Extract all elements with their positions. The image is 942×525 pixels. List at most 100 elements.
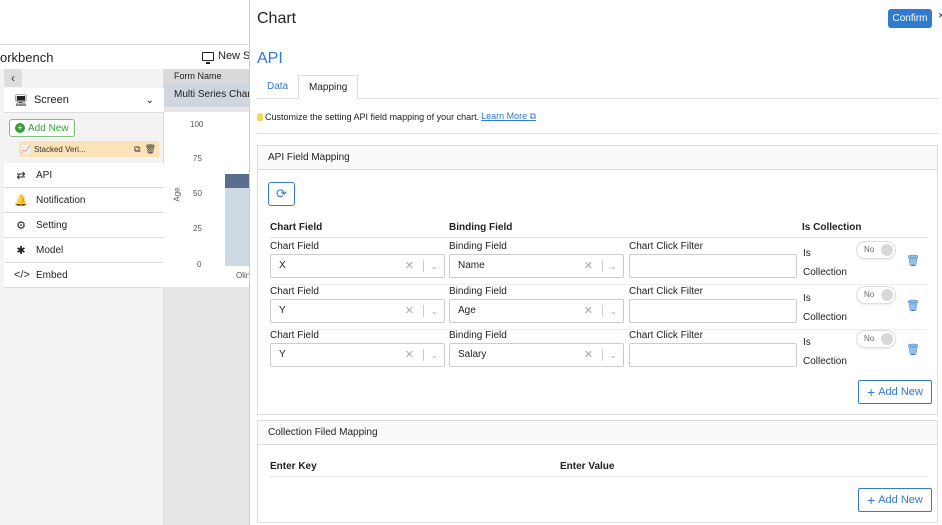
tab-bar: Data Mapping: [257, 75, 938, 99]
screen-item-stacked[interactable]: 📈 Stacked Veri... ⧉ 🗑: [19, 141, 159, 157]
sidebar-item-embed[interactable]: </> Embed: [4, 263, 164, 288]
mapping-hint: Customize the setting API field mapping …: [257, 111, 536, 122]
back-button[interactable]: ‹: [4, 69, 22, 87]
chevron-left-icon: ‹: [11, 71, 15, 85]
monitor-icon: 🖥: [14, 94, 28, 107]
refresh-button[interactable]: ⟳: [268, 182, 295, 206]
workbench-title: orkbench: [0, 50, 54, 65]
y-tick-label: 25: [193, 224, 202, 233]
chart-icon: 📈: [21, 144, 31, 154]
chart-drawer: Chart Confirm × API Data Mapping Customi…: [249, 0, 942, 525]
sidebar-item-setting[interactable]: ⚙ Setting: [4, 213, 164, 238]
plus-icon: +: [867, 492, 876, 508]
is-collection-toggle[interactable]: No: [856, 330, 896, 348]
divider: [270, 284, 928, 285]
chart-click-filter-input[interactable]: [629, 343, 797, 367]
refresh-icon: ⟳: [276, 186, 287, 201]
y-tick-label: 0: [197, 260, 202, 269]
plus-circle-icon: +: [15, 123, 25, 133]
is-collection-label: Is Collection: [803, 248, 847, 278]
chevron-down-icon: ⌄: [430, 306, 438, 316]
y-tick-label: 50: [193, 189, 202, 198]
new-screen-button[interactable]: New Sc: [202, 50, 256, 64]
column-header: Enter Value: [560, 461, 615, 472]
trash-icon[interactable]: 🗑: [906, 299, 920, 312]
hint-text: Customize the setting API field mapping …: [265, 111, 480, 122]
binding-field-label: Binding Field: [449, 330, 507, 341]
close-icon[interactable]: ×: [938, 10, 942, 22]
is-collection-toggle[interactable]: No: [856, 241, 896, 259]
sidebar-item-model[interactable]: ✱ Model: [4, 238, 164, 263]
chart-click-filter-input[interactable]: [629, 254, 797, 278]
y-tick-label: 100: [190, 120, 204, 129]
lightbulb-icon: [257, 112, 263, 121]
screen-dropdown[interactable]: 🖥 Screen ⌄: [4, 88, 164, 113]
chevron-down-icon: ⌄: [609, 306, 617, 316]
binding-field-label: Binding Field: [449, 286, 507, 297]
mapping-row: Chart Field Y ✕ ⌄ Binding Field Age ✕ ⌄ …: [270, 286, 928, 330]
trash-icon[interactable]: 🗑: [906, 254, 920, 267]
code-icon: </>: [14, 269, 30, 281]
chart-field-label: Chart Field: [270, 241, 319, 252]
y-tick-label: 75: [193, 154, 202, 163]
binding-field-select[interactable]: Salary ✕ ⌄: [449, 343, 624, 367]
sidebar-item-notification[interactable]: 🔔 Notification: [4, 188, 164, 213]
y-axis-label: Age: [172, 187, 182, 202]
add-collection-mapping-button[interactable]: + Add New: [858, 488, 932, 512]
collection-mapping-panel: Collection Filed Mapping Enter Key Enter…: [257, 420, 938, 523]
binding-field-select[interactable]: Name ✕ ⌄: [449, 254, 624, 278]
chart-field-select[interactable]: X ✕ ⌄: [270, 254, 445, 278]
divider: [257, 133, 938, 134]
trash-icon[interactable]: 🗑: [145, 144, 156, 155]
trash-icon[interactable]: 🗑: [906, 343, 920, 356]
is-collection-toggle[interactable]: No: [856, 286, 896, 304]
chart-bar: [225, 174, 250, 188]
chevron-down-icon: ⌄: [145, 94, 154, 106]
external-link-icon: ⧉: [529, 111, 537, 121]
confirm-button[interactable]: Confirm: [888, 9, 932, 28]
form-name-value[interactable]: Multi Series Char: [164, 83, 250, 107]
clear-icon[interactable]: ✕: [405, 255, 414, 277]
chart-click-filter-label: Chart Click Filter: [629, 330, 703, 341]
workbench-sidebar: ‹ 🖥 Screen ⌄ + Add New 📈 Stacked Veri...…: [0, 69, 164, 525]
column-header: Chart Field: [270, 222, 323, 233]
panel-title: Collection Filed Mapping: [258, 421, 937, 445]
chart-field-label: Chart Field: [270, 330, 319, 341]
clear-icon[interactable]: ✕: [584, 255, 593, 277]
clear-icon[interactable]: ✕: [405, 300, 414, 322]
binding-field-select[interactable]: Age ✕ ⌄: [449, 299, 624, 323]
learn-more-link[interactable]: Learn More ⧉: [481, 111, 536, 122]
screen-item-label: Stacked Veri...: [33, 144, 86, 154]
chart-bar: [225, 188, 250, 266]
plus-icon: +: [867, 384, 876, 400]
tab-mapping[interactable]: Mapping: [298, 75, 359, 99]
chart-click-filter-input[interactable]: [629, 299, 797, 323]
chart-field-select[interactable]: Y ✕ ⌄: [270, 299, 445, 323]
column-header: Binding Field: [449, 222, 513, 233]
add-mapping-button[interactable]: + Add New: [858, 380, 932, 404]
arrows-exchange-icon: ⇄: [16, 169, 26, 182]
sidebar-item-api[interactable]: ⇄ API: [4, 163, 164, 188]
clear-icon[interactable]: ✕: [405, 344, 414, 366]
section-title: API: [257, 50, 283, 67]
add-screen-button[interactable]: + Add New: [9, 119, 75, 137]
sidebar-item-label: API: [36, 169, 53, 181]
is-collection-label: Is Collection: [803, 337, 847, 367]
chevron-down-icon: ⌄: [430, 350, 438, 360]
column-header: Enter Key: [270, 461, 317, 472]
api-field-mapping-panel: API Field Mapping ⟳ Chart Field Binding …: [257, 145, 938, 415]
model-icon: ✱: [16, 244, 26, 257]
tab-data[interactable]: Data: [257, 75, 298, 99]
sidebar-item-label: Setting: [36, 219, 68, 231]
chart-field-select[interactable]: Y ✕ ⌄: [270, 343, 445, 367]
panel-title: API Field Mapping: [258, 146, 937, 170]
chart-preview: 100 75 50 25 0 Age Olin: [164, 112, 250, 287]
bell-icon: 🔔: [14, 194, 28, 207]
clear-icon[interactable]: ✕: [584, 344, 593, 366]
form-name-label: Form Name: [164, 69, 250, 83]
mapping-row: Chart Field X ✕ ⌄ Binding Field Name ✕ ⌄…: [270, 241, 928, 285]
copy-icon[interactable]: ⧉: [134, 144, 140, 155]
clear-icon[interactable]: ✕: [584, 300, 593, 322]
gear-icon: ⚙: [16, 219, 26, 232]
divider: [270, 237, 928, 238]
